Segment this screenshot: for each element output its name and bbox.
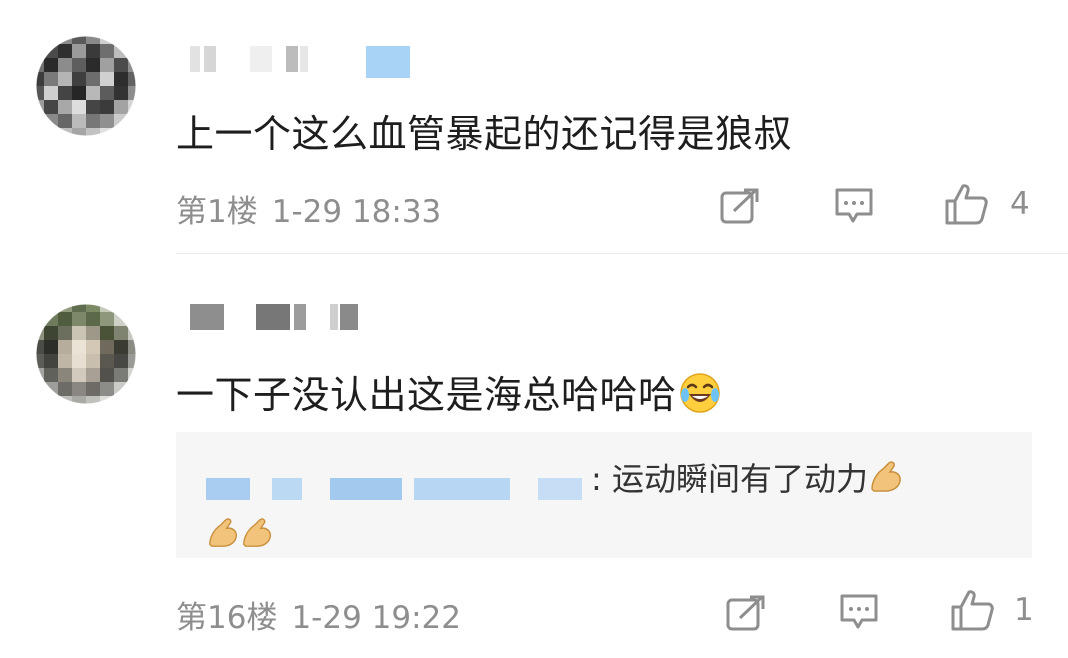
avatar[interactable] xyxy=(30,30,142,142)
comment-icon[interactable] xyxy=(833,186,875,228)
floor-number: 第16楼 xyxy=(176,600,278,636)
flexed-biceps-emoji-icon xyxy=(206,516,240,554)
quoted-reply[interactable]: : 运动瞬间有了动力 xyxy=(176,432,1032,558)
username-blurred[interactable] xyxy=(190,304,380,330)
like-count: 4 xyxy=(1010,186,1030,222)
quoted-text-content: : 运动瞬间有了动力 xyxy=(591,460,868,498)
comment-meta: 第1楼 1-29 18:33 xyxy=(176,186,441,231)
username-blurred[interactable] xyxy=(190,46,420,78)
flexed-biceps-emoji-icon xyxy=(240,516,274,554)
share-icon[interactable] xyxy=(720,187,760,225)
timestamp: 1-29 18:33 xyxy=(271,194,442,230)
thumbs-up-icon[interactable] xyxy=(944,182,990,226)
comment-text: 一下子没认出这是海总哈哈哈 xyxy=(176,364,721,423)
quoted-emoji-row xyxy=(206,516,274,554)
share-icon[interactable] xyxy=(726,594,766,632)
comment-1: 上一个这么血管暴起的还记得是狼叔 第1楼 1-29 18:33 4 xyxy=(0,0,1068,254)
comment-text-content: 一下子没认出这是海总哈哈哈 xyxy=(176,373,677,417)
like-count: 1 xyxy=(1014,592,1034,628)
flexed-biceps-emoji-icon xyxy=(868,459,904,503)
comment-meta: 第16楼 1-29 19:22 xyxy=(176,592,461,637)
quoted-text: : 运动瞬间有了动力 xyxy=(591,454,904,503)
laughing-crying-emoji-icon xyxy=(679,372,721,423)
comment-16: 一下子没认出这是海总哈哈哈 : 运动瞬间有了动力 第16楼 1-29 19:22 … xyxy=(0,254,1068,658)
comment-icon[interactable] xyxy=(838,592,880,634)
timestamp: 1-29 19:22 xyxy=(291,600,461,636)
thumbs-up-icon[interactable] xyxy=(950,588,996,632)
floor-number: 第1楼 xyxy=(176,194,258,230)
comment-text: 上一个这么血管暴起的还记得是狼叔 xyxy=(176,112,793,156)
avatar[interactable] xyxy=(30,298,142,410)
